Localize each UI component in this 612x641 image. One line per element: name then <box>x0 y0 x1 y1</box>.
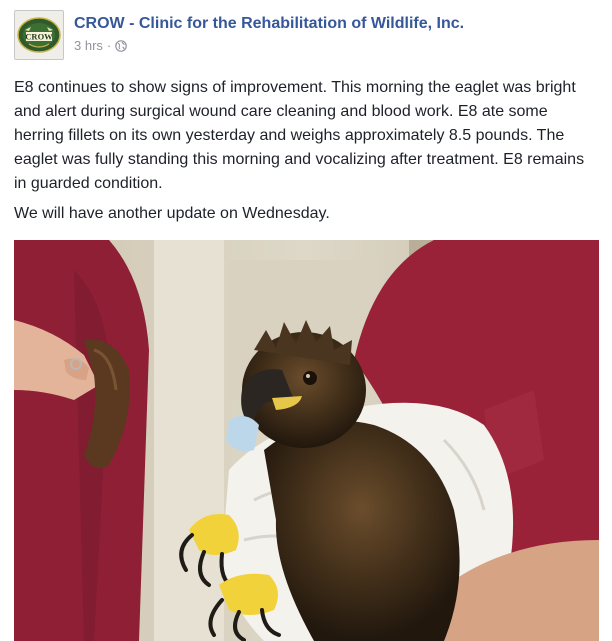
post-subtitle: 3 hrs · <box>74 38 464 54</box>
page-avatar[interactable]: CROW <box>14 10 64 60</box>
page-name-link[interactable]: CROW - Clinic for the Rehabilitation of … <box>74 14 464 34</box>
facebook-post: CROW CROW - Clinic for the Rehabilitatio… <box>0 0 612 641</box>
post-paragraph: We will have another update on Wednesday… <box>14 205 330 222</box>
post-header: CROW CROW - Clinic for the Rehabilitatio… <box>14 10 464 60</box>
post-timestamp[interactable]: 3 hrs <box>74 38 103 54</box>
crow-logo-icon: CROW <box>15 11 63 59</box>
separator-dot: · <box>106 38 112 53</box>
eaglet-photo-image <box>14 240 599 641</box>
post-body: E8 continues to show signs of improvemen… <box>14 76 599 232</box>
svg-text:CROW: CROW <box>25 32 53 42</box>
post-paragraph: E8 continues to show signs of improvemen… <box>14 79 585 192</box>
globe-icon[interactable] <box>115 40 128 52</box>
post-photo[interactable] <box>14 240 599 641</box>
